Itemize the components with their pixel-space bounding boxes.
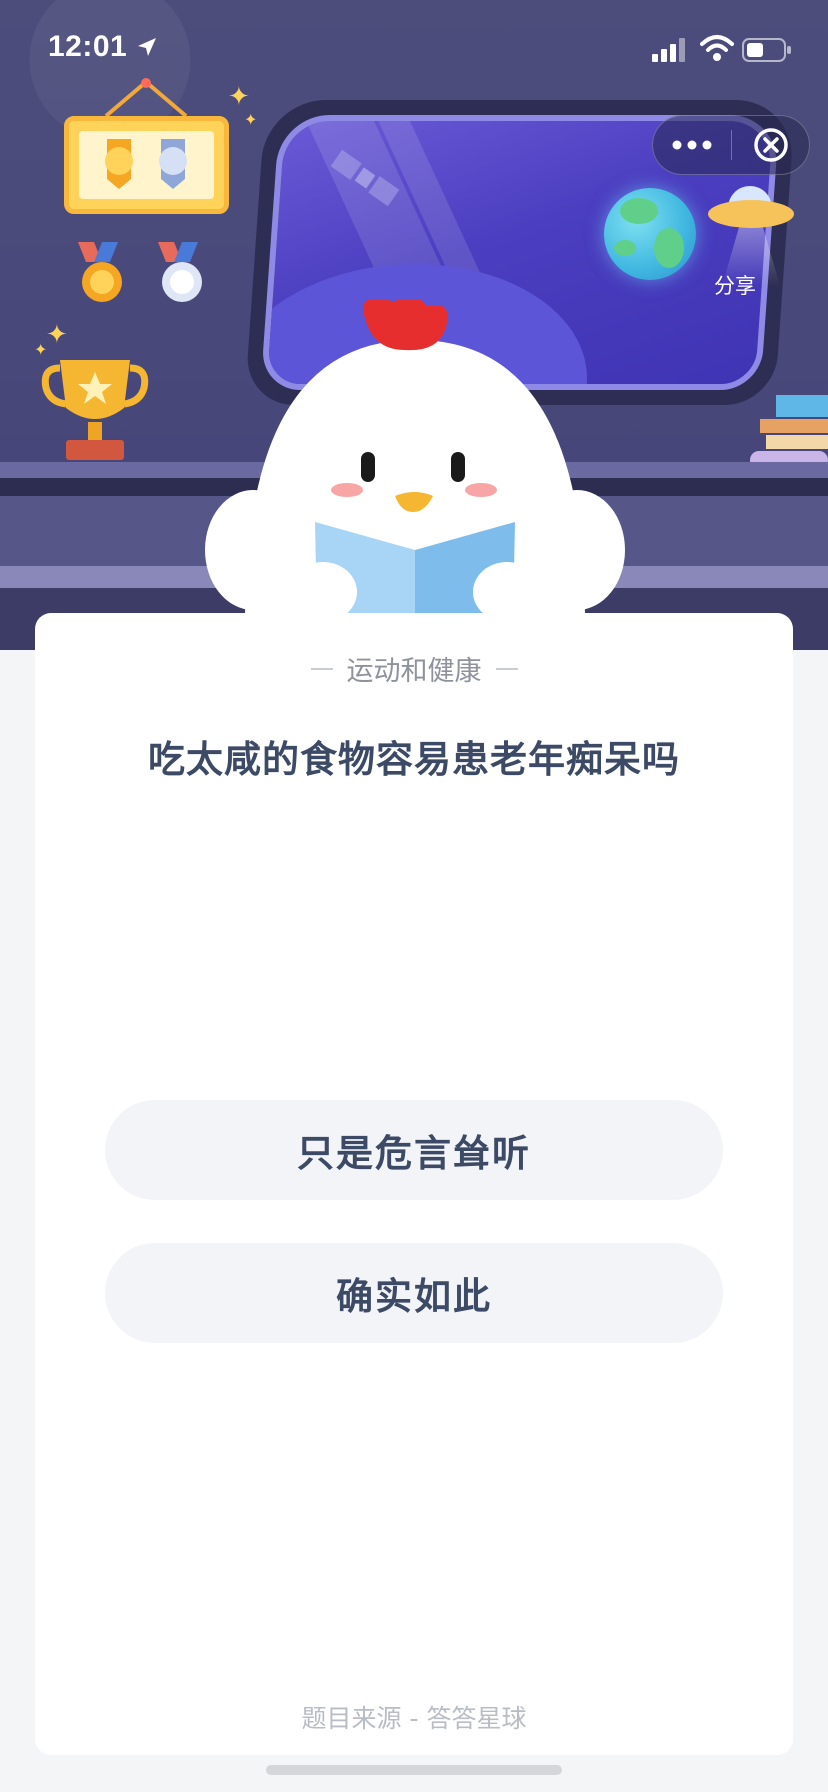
divider [310,667,333,670]
trophy-icon [41,360,149,460]
share-button[interactable]: 分享 [714,270,756,300]
close-circle-icon [754,128,788,162]
quiz-card: 运动和健康 吃太咸的食物容易患老年痴呆吗 只是危言耸听 确实如此 题目来源 - … [35,613,793,1755]
sparkle-icon: ✦ [228,82,250,112]
location-arrow-icon [138,38,156,56]
frame-string [104,78,188,118]
more-dots-icon [672,140,712,150]
answer-option-2[interactable]: 确实如此 [105,1243,723,1343]
answer-option-1[interactable]: 只是危言耸听 [105,1100,723,1200]
question-source: 题目来源 - 答答星球 [301,1704,527,1733]
medals-icon [78,242,202,302]
books-icon [750,395,828,469]
sparkle-icon: ✦ [244,110,258,129]
medal-frame [64,116,229,214]
earth-planet [604,188,696,280]
ufo-share-body[interactable] [708,200,794,228]
more-button[interactable] [653,116,731,174]
divider [495,667,518,670]
category-label: 运动和健康 [35,649,793,688]
question-text: 吃太咸的食物容易患老年痴呆吗 [148,738,680,781]
home-indicator [266,1765,562,1775]
cellular-signal-icon [652,38,685,62]
status-time: 12:01 [48,30,128,63]
battery-icon [742,38,791,62]
header-scene: 分享 ✦ ✦ ✦ ✦ 12:01 [0,0,828,650]
wifi-icon [700,35,734,61]
category-text: 运动和健康 [346,656,482,687]
chick-mascot-icon [205,300,625,620]
miniprogram-capsule [652,115,810,175]
sparkle-icon: ✦ [46,320,68,350]
close-button[interactable] [732,116,810,174]
